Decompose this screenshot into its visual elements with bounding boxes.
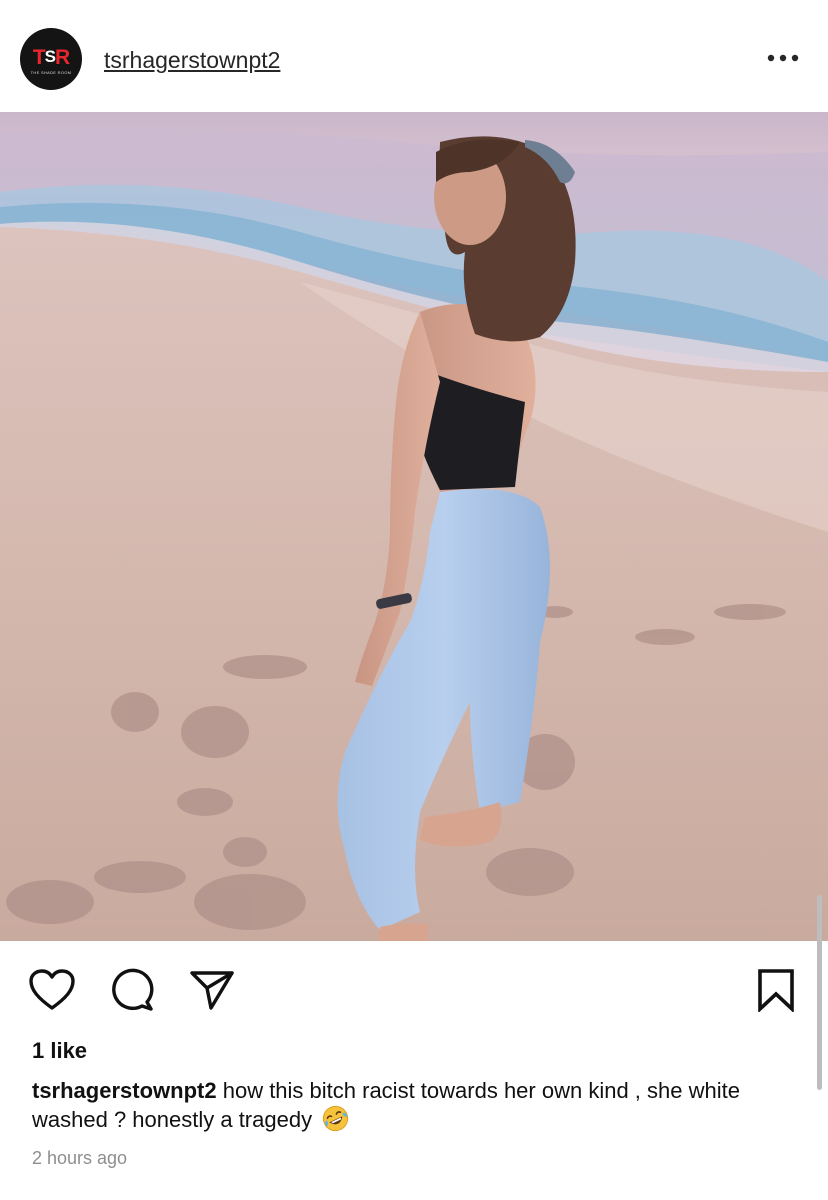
avatar-subtext: THE SHADE ROOM <box>30 69 72 75</box>
action-bar <box>0 960 828 1020</box>
paper-plane-icon <box>190 971 234 1010</box>
caption-username[interactable]: tsrhagerstownpt2 <box>32 1078 217 1103</box>
save-button[interactable] <box>752 966 800 1014</box>
avatar[interactable]: TSR THE SHADE ROOM <box>20 28 82 90</box>
caption: tsrhagerstownpt2 how this bitch racist t… <box>32 1076 802 1134</box>
scrollbar[interactable] <box>817 895 822 1090</box>
post-photo[interactable] <box>0 112 828 941</box>
like-button[interactable] <box>28 966 76 1014</box>
likes-count[interactable]: 1 like <box>32 1037 87 1065</box>
post-header: TSR THE SHADE ROOM tsrhagerstownpt2 <box>0 0 828 112</box>
share-button[interactable] <box>188 966 236 1014</box>
more-options-button[interactable] <box>766 44 800 72</box>
post-timestamp: 2 hours ago <box>32 1148 128 1168</box>
comment-button[interactable] <box>108 966 156 1014</box>
beach-photo <box>0 112 828 941</box>
comment-icon <box>112 968 154 1011</box>
rolling-laughing-emoji-icon <box>323 1105 349 1132</box>
username-link[interactable]: tsrhagerstownpt2 <box>104 46 280 74</box>
avatar-logo-t: T <box>32 45 46 69</box>
heart-icon <box>29 969 75 1010</box>
more-horizontal-icon <box>767 54 799 62</box>
avatar-logo-r: R <box>55 45 70 69</box>
avatar-logo: TSR <box>32 45 70 69</box>
bookmark-icon <box>758 969 794 1012</box>
instagram-post: TSR THE SHADE ROOM tsrhagerstownpt2 1 li… <box>0 0 828 1200</box>
avatar-logo-s: S <box>44 46 56 66</box>
